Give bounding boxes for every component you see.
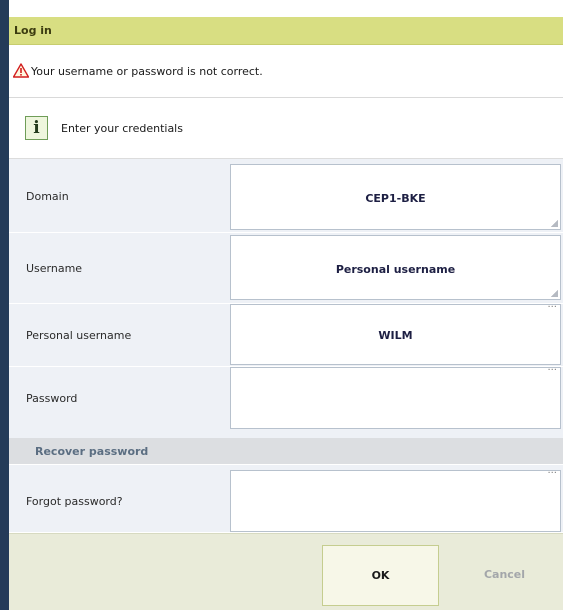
forgot-password-label: Forgot password? [26, 495, 123, 508]
error-message-row: Your username or password is not correct… [9, 45, 563, 98]
domain-label: Domain [26, 190, 69, 203]
dropdown-corner-icon [551, 290, 558, 297]
info-row: i Enter your credentials [9, 98, 563, 159]
password-label: Password [26, 392, 78, 405]
button-bar: OK Cancel [9, 533, 563, 610]
personal-username-row: Personal username ... WILM [9, 299, 563, 367]
info-message: Enter your credentials [61, 122, 183, 135]
screen-background: { "dialog": { "title": "Log in", "error_… [0, 0, 563, 610]
username-row: Username Personal username [9, 233, 563, 304]
dropdown-corner-icon [551, 220, 558, 227]
ellipsis-icon: ... [547, 299, 557, 310]
domain-row: Domain CEP1-BKE [9, 159, 563, 233]
ellipsis-icon: ... [547, 465, 557, 476]
title-bar: Log in [9, 17, 563, 45]
recover-password-title: Recover password [35, 445, 149, 458]
login-dialog: Log in Your username or password is not … [9, 0, 563, 610]
domain-field[interactable]: CEP1-BKE [230, 164, 561, 230]
password-row: Password ... [9, 362, 563, 439]
password-field[interactable]: ... [230, 362, 561, 429]
forgot-password-field[interactable]: ... [230, 465, 561, 532]
recover-password-section-header: Recover password [9, 438, 563, 464]
ellipsis-icon: ... [547, 362, 557, 373]
info-icon: i [25, 116, 48, 140]
personal-username-value: WILM [378, 329, 413, 342]
personal-username-field[interactable]: ... WILM [230, 299, 561, 365]
forgot-password-row: Forgot password? ... [9, 465, 563, 533]
domain-value: CEP1-BKE [365, 192, 426, 205]
ok-button[interactable]: OK [322, 545, 439, 606]
username-value: Personal username [335, 263, 456, 276]
cancel-button[interactable]: Cancel [452, 545, 557, 606]
username-field[interactable]: Personal username [230, 235, 561, 300]
warning-triangle-icon [13, 63, 29, 78]
username-label: Username [26, 262, 83, 275]
personal-username-label: Personal username [26, 329, 132, 342]
error-message: Your username or password is not correct… [31, 65, 263, 78]
dialog-title: Log in [14, 24, 52, 37]
